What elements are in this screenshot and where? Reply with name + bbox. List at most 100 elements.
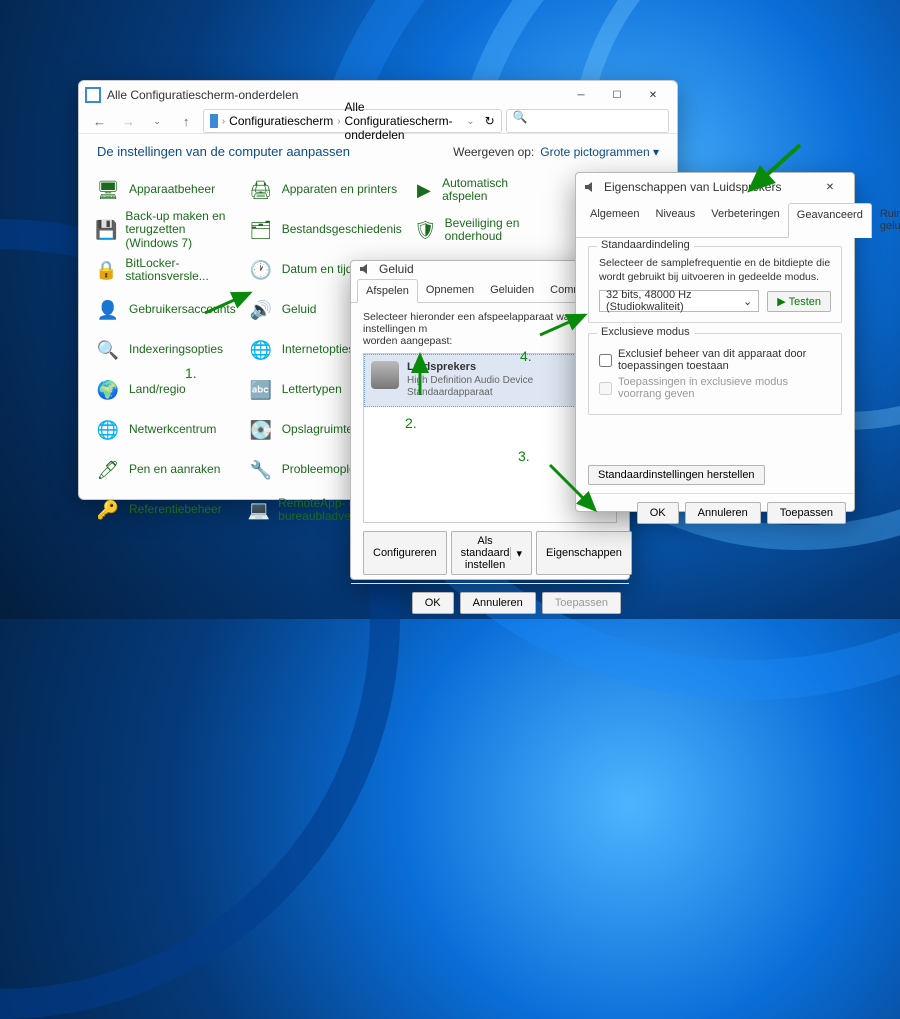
- sound-icon: [357, 261, 373, 277]
- forward-button[interactable]: →: [116, 114, 141, 129]
- item-label: Gebruikersaccounts: [129, 303, 236, 316]
- item-label: BitLocker-stationsversle...: [125, 257, 235, 283]
- exclusive-legend: Exclusieve modus: [597, 326, 694, 338]
- close-button[interactable]: ✕: [812, 173, 848, 201]
- crumb-1[interactable]: Configuratiescherm: [229, 114, 333, 128]
- device-sub2: Standaardapparaat: [407, 387, 493, 398]
- tab-algemeen[interactable]: Algemeen: [582, 203, 648, 237]
- item-icon: 🌐: [248, 337, 274, 363]
- tab-afspelen[interactable]: Afspelen: [357, 279, 418, 303]
- item-icon: 🌍: [95, 377, 121, 403]
- properties-button[interactable]: Eigenschappen: [536, 531, 632, 575]
- cp-item[interactable]: ▶ Automatisch afspelen: [412, 171, 534, 209]
- cp-item[interactable]: 💾 Back-up maken en terugzetten (Windows 7…: [93, 211, 238, 249]
- item-icon: 🌐: [95, 417, 121, 443]
- device-sub1: High Definition Audio Device: [407, 375, 533, 386]
- speaker-icon: [371, 361, 399, 389]
- tab-ruimtelijk geluid[interactable]: Ruimtelijk geluid: [872, 203, 900, 237]
- item-label: Apparaatbeheer: [129, 183, 215, 196]
- ok-button[interactable]: OK: [412, 592, 454, 614]
- cp-item[interactable]: 🔑 Referentiebeheer: [93, 491, 238, 529]
- cancel-button[interactable]: Annuleren: [460, 592, 536, 614]
- item-icon: 🔊: [248, 297, 274, 323]
- up-button[interactable]: ↑: [174, 114, 199, 129]
- item-label: Netwerkcentrum: [129, 423, 216, 436]
- cp-item[interactable]: 🗂Bestandsgeschiedenis: [246, 211, 404, 249]
- tab-geluiden[interactable]: Geluiden: [482, 279, 542, 302]
- format-select[interactable]: 32 bits, 48000 Hz (Studiokwaliteit)⌄: [599, 290, 759, 312]
- speaker-icon: [582, 179, 598, 195]
- nav-toolbar: ← → ⌄ ↑ › Configuratiescherm › Alle Conf…: [79, 109, 677, 134]
- test-button[interactable]: ▶ Testen: [767, 291, 831, 312]
- back-button[interactable]: ←: [87, 114, 112, 129]
- control-panel-icon: [85, 87, 101, 103]
- item-label: Geluid: [282, 303, 317, 316]
- cp-item[interactable]: 🌍 Land/regio: [93, 371, 238, 409]
- item-icon: 💽: [248, 417, 274, 443]
- props-tabs: AlgemeenNiveausVerbeteringenGeavanceerdR…: [576, 203, 854, 238]
- restore-defaults-button[interactable]: Standaardinstellingen herstellen: [588, 465, 765, 485]
- set-default-button[interactable]: Als standaard instellen▾: [451, 531, 532, 575]
- item-label: Opslagruimten: [282, 423, 360, 436]
- device-name: Luidsprekers: [407, 361, 476, 373]
- item-icon: 🔍: [95, 337, 121, 363]
- crumb-dropdown[interactable]: ⌄: [466, 116, 474, 127]
- item-icon: 💻: [248, 497, 270, 523]
- format-group: Standaardindeling Selecteer de samplefre…: [588, 246, 842, 323]
- minimize-button[interactable]: ─: [563, 81, 599, 109]
- item-icon: 🖊: [95, 457, 121, 483]
- close-button[interactable]: ✕: [635, 81, 671, 109]
- item-label: Automatisch afspelen: [442, 177, 531, 203]
- folder-icon: [210, 114, 218, 128]
- item-label: Apparaten en printers: [282, 183, 397, 196]
- apply-button[interactable]: Toepassen: [542, 592, 621, 614]
- search-input[interactable]: 🔍: [506, 109, 669, 133]
- item-label: Referentiebeheer: [129, 503, 222, 516]
- exclusive-checkbox-2[interactable]: Toepassingen in exclusieve modus voorran…: [599, 376, 831, 400]
- item-icon: 🔑: [95, 497, 121, 523]
- view-label: Weergeven op:: [453, 145, 534, 159]
- cancel-button[interactable]: Annuleren: [685, 502, 761, 524]
- tab-niveaus[interactable]: Niveaus: [648, 203, 704, 237]
- cp-item[interactable]: 🔍Indexeringsopties: [93, 331, 238, 369]
- tab-geavanceerd[interactable]: Geavanceerd: [788, 203, 872, 238]
- item-icon: 💾: [95, 217, 117, 243]
- breadcrumb[interactable]: › Configuratiescherm › Alle Configuratie…: [203, 109, 502, 133]
- item-label: Lettertypen: [282, 383, 342, 396]
- view-selector[interactable]: Grote pictogrammen ▾: [540, 145, 659, 159]
- item-label: Back-up maken en terugzetten (Windows 7): [125, 210, 235, 250]
- format-legend: Standaardindeling: [597, 239, 694, 251]
- exclusive-group: Exclusieve modus Exclusief beheer van di…: [588, 333, 842, 415]
- item-icon: 🖨: [248, 177, 274, 203]
- window-title: Alle Configuratiescherm-onderdelen: [107, 88, 298, 102]
- item-label: Datum en tijd: [282, 263, 353, 276]
- configure-button[interactable]: Configureren: [363, 531, 447, 575]
- history-dropdown[interactable]: ⌄: [145, 116, 170, 127]
- item-icon: 👤: [95, 297, 121, 323]
- maximize-button[interactable]: ☐: [599, 81, 635, 109]
- format-desc: Selecteer de samplefrequentie en de bitd…: [599, 257, 831, 284]
- cp-item[interactable]: 🔒 BitLocker-stationsversle...: [93, 251, 238, 289]
- refresh-icon[interactable]: ↻: [485, 114, 495, 128]
- cp-item[interactable]: 👤 Gebruikersaccounts: [93, 291, 238, 329]
- cp-item[interactable]: 🖊 Pen en aanraken: [93, 451, 238, 489]
- properties-dialog: Eigenschappen van Luidsprekers ✕ Algemee…: [575, 172, 855, 512]
- item-label: Land/regio: [129, 383, 186, 396]
- cp-item[interactable]: 🌐 Netwerkcentrum: [93, 411, 238, 449]
- cp-item[interactable]: 🖥Apparaatbeheer: [93, 171, 238, 209]
- item-icon: ▶: [414, 177, 434, 203]
- apply-button[interactable]: Toepassen: [767, 502, 846, 524]
- item-icon: 🔒: [95, 257, 117, 283]
- tab-verbeteringen[interactable]: Verbeteringen: [703, 203, 788, 237]
- tab-opnemen[interactable]: Opnemen: [418, 279, 482, 302]
- props-titlebar: Eigenschappen van Luidsprekers ✕: [576, 173, 854, 201]
- ok-button[interactable]: OK: [637, 502, 679, 524]
- exclusive-checkbox-1[interactable]: Exclusief beheer van dit apparaat door t…: [599, 348, 831, 372]
- item-label: Beveiliging en onderhoud: [445, 217, 532, 243]
- sound-title: Geluid: [379, 262, 414, 276]
- props-title: Eigenschappen van Luidsprekers: [604, 180, 781, 194]
- cp-item[interactable]: 🛡Beveiliging en onderhoud: [412, 211, 534, 249]
- cp-item[interactable]: 🖨 Apparaten en printers: [246, 171, 404, 209]
- page-title: De instellingen van de computer aanpasse…: [97, 144, 350, 159]
- item-label: Pen en aanraken: [129, 463, 220, 476]
